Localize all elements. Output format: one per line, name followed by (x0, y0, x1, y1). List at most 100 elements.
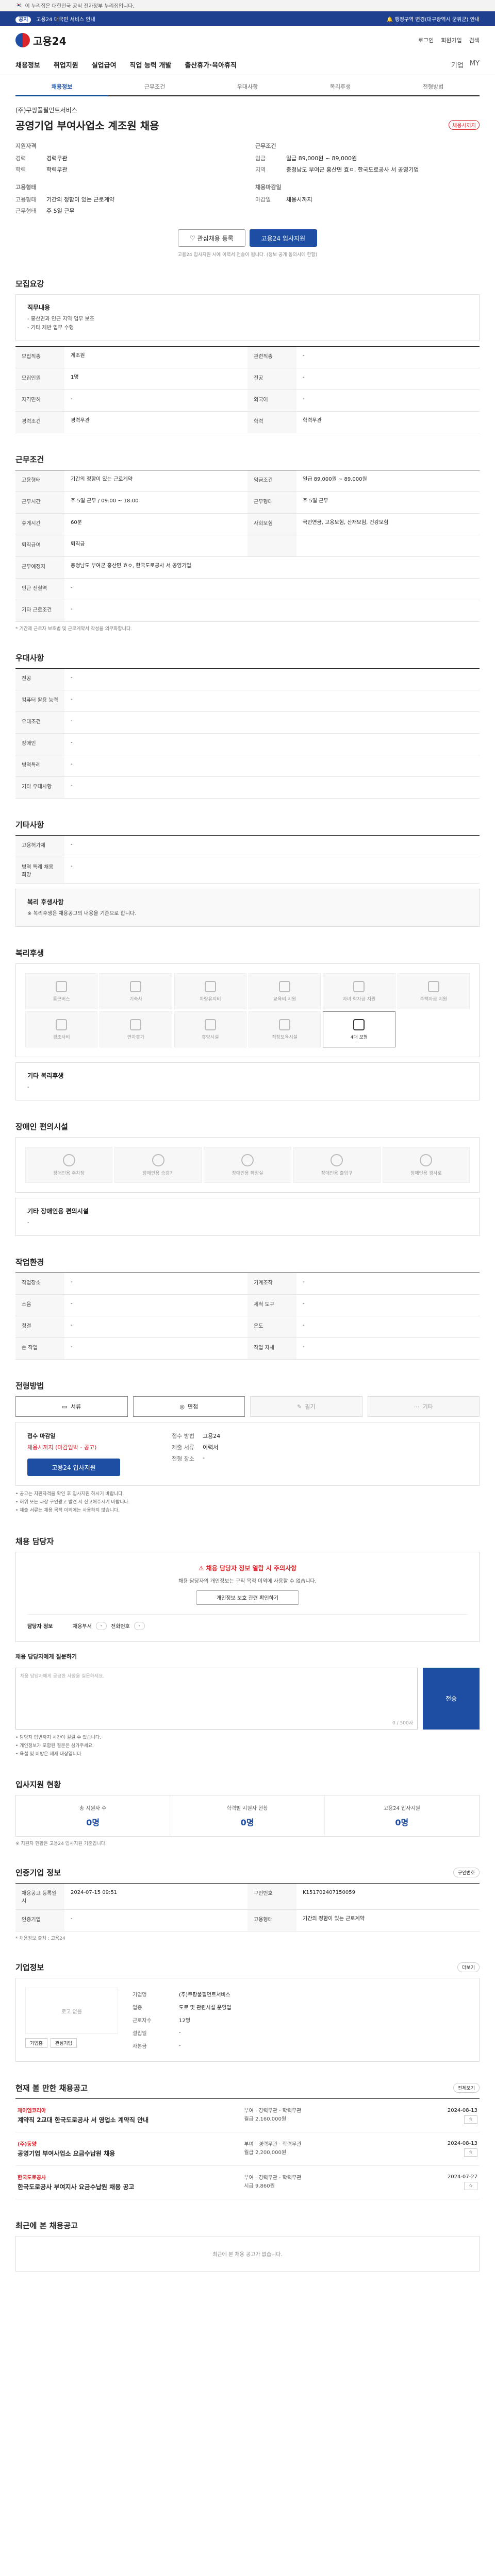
corp-fav-button[interactable]: 관심기업 (50, 2038, 77, 2048)
table-row: 자격면허 - (15, 390, 248, 412)
prefer-table: 전공 - 컴퓨터 활용 능력 - 우대조건 - 장애인 - 병역특례 - 기타 우대사항 - (15, 668, 480, 799)
welfare-label: 통근버스 (53, 996, 70, 1002)
notice-right[interactable]: 🔔 행정구역 변경(대구광역시 군위군) 안내 (387, 15, 480, 23)
heart-icon: ♡ (190, 234, 197, 242)
recommend-more[interactable]: 전체보기 (453, 2083, 480, 2093)
contact-value: - (95, 1621, 107, 1630)
rec-title[interactable]: 공영기업 부여사업소 요금수납원 채용 (18, 2149, 234, 2158)
detail-tabs: 채용정보 근무조건 우대사항 복리후생 전형방법 (15, 78, 480, 96)
table-row: 근무시간 주 5일 근무 / 09:00 ~ 18:00 (15, 492, 248, 514)
contact-value: - (134, 1621, 145, 1630)
notice-text[interactable]: 고용24 대국민 서비스 안내 (36, 17, 95, 23)
apply-button[interactable]: 고용24 입사지원 (249, 229, 317, 247)
gnb-my[interactable]: MY (470, 60, 480, 70)
tab-prefer[interactable]: 우대사항 (201, 78, 294, 95)
method-grid: ▭ 서류 ◎ 면접 ✎ 필기 ⋯ 기타 (15, 1396, 480, 1417)
section-title: 최근에 본 채용공고 (15, 2221, 78, 2230)
rec-wage: 시급 9,860원 (244, 2183, 275, 2189)
table-row: 퇴직급여 퇴직금 (15, 535, 248, 557)
info-note: * 채용정보 출처 : 고용24 (15, 1936, 65, 1942)
site-logo[interactable]: 고용24 (15, 33, 67, 48)
star-icon[interactable]: ☆ (464, 2115, 477, 2124)
welfare-label: 자녀 학자금 지원 (342, 996, 376, 1002)
scrap-button[interactable]: ♡ 관심채용 등록 (178, 229, 245, 247)
search-link[interactable]: 검색 (469, 36, 480, 44)
company-logo: 로고 없음 (25, 1988, 118, 2035)
privacy-check-button[interactable]: 개인정보 보호 관련 확인하기 (196, 1590, 299, 1605)
welfare-item: 교육비 지원 (248, 973, 321, 1009)
stats-section: 입사지원 현황 총 지원자 수 0명 학력별 지원자 현황 0명 고용24 입사지원… (15, 1779, 480, 1846)
table-row: 구인번호 K151702407150059 (248, 1884, 480, 1910)
summary-row: 고용형태 기간의 정함이 있는 근로계약 (15, 196, 114, 203)
recommend-list: 제이엠코리아 계약직 2교대 한국도로공사 서 영업소 계약직 안내 부여 · 경력… (15, 2098, 480, 2199)
tab-recruit[interactable]: 채용정보 (15, 78, 108, 96)
list-item[interactable]: (주)동양 공영기업 부여사업소 요금수납원 채용 부여 · 경력무관 · 학력무관… (15, 2132, 480, 2166)
warning-icon: ⚠ (198, 1564, 206, 1572)
login-link[interactable]: 로그인 (418, 36, 434, 44)
table-row: 장애인 - (15, 734, 480, 755)
star-icon[interactable]: ☆ (464, 2182, 477, 2191)
accessibility-icon (152, 1154, 164, 1166)
rec-deadline: 2024-08-13 (447, 2141, 477, 2147)
stat-item: 학력별 지원자 현황 0명 (170, 1795, 325, 1837)
rec-title[interactable]: 한국도로공사 부여지사 요금수납원 채용 공고 (18, 2183, 234, 2192)
work-note: * 기간제 근로자 보호법 및 근로계약서 작성을 의무화합니다. (15, 626, 133, 632)
apply-title: 접수 마감일 (27, 1433, 56, 1439)
corp-home-button[interactable]: 기업홈 (25, 2038, 47, 2048)
prefer-section: 우대사항 전공 - 컴퓨터 활용 능력 - 우대조건 - 장애인 - 병역특례 - 기타 … (15, 652, 480, 799)
gov-banner: 🇰🇷 이 누리집은 대한민국 공식 전자정부 누리집입니다. (0, 0, 495, 11)
welfare-icon (279, 1019, 291, 1030)
summary-row: 근무형태 주 5일 근무 (15, 208, 75, 214)
list-item[interactable]: 제이엠코리아 계약직 2교대 한국도로공사 서 영업소 계약직 안내 부여 · 경력… (15, 2099, 480, 2132)
other-section: 기타사항 고용허가제 - 병역 특례 채용 희망 - 복리 후생사항 ※ 복리후생은… (15, 819, 480, 927)
box-line: ※ 복리후생은 채용공고의 내용을 기준으로 합니다. (27, 911, 137, 917)
tab-method[interactable]: 전형방법 (387, 78, 480, 95)
apply-date: 채용시까지 (마감임박 - 공고) (27, 1444, 97, 1451)
gnb-item-benefit[interactable]: 실업급여 (92, 60, 117, 70)
corp-table: 기업명 (주)쿠팡풀필먼트서비스 업종 도로 및 관련시설 운영업 근로자수 12명 … (128, 1988, 470, 2052)
disabled-section: 장애인 편의시설 장애인용 주차장 장애인용 승강기 장애인용 화장실 장애인용 출입… (15, 1121, 480, 1236)
info-chip[interactable]: 구인번호 (453, 1868, 480, 1878)
star-icon[interactable]: ☆ (464, 2148, 477, 2157)
table-row: 자본금 - (133, 2043, 181, 2050)
corp-more[interactable]: 더보기 (457, 1962, 480, 1973)
table-row: 경력조건 경력무관 (15, 412, 248, 433)
apply-note: 고용24 입사지원 시에 이력서 전송이 됩니다. (정보 공개 동의시에 한함… (177, 252, 318, 258)
table-row: 기타 우대사항 - (15, 777, 480, 799)
apply-box: 접수 마감일 채용시까지 (마감임박 - 공고) 고용24 입사지원 접수 방법… (15, 1422, 480, 1486)
apply-button-2[interactable]: 고용24 입사지원 (27, 1459, 120, 1476)
table-row: 근무형태 주 5일 근무 (248, 492, 480, 514)
facility-label: 장애인용 출입구 (321, 1171, 353, 1176)
question-textarea[interactable]: 채용 담당자에게 궁금한 사항을 질문하세요. 0 / 500자 (15, 1667, 418, 1730)
cond-heading: 근무조건 (255, 143, 276, 149)
note-line: • 공고는 지원자격을 확인 후 입사지원 하시기 바랍니다. (15, 1492, 124, 1497)
rec-company: 제이엠코리아 (18, 2108, 46, 2114)
table-row: 병역특례 - (15, 755, 480, 777)
table-row: 근무예정지 충청남도 부여군 홍산면 효ㅇ, 한국도로공사 서 공영기업 (15, 557, 480, 579)
list-item[interactable]: 한국도로공사 한국도로공사 부여지사 요금수납원 채용 공고 부여 · 경력무관 ·… (15, 2166, 480, 2199)
facility-label: 장애인용 승강기 (142, 1171, 174, 1176)
rec-title[interactable]: 계약직 2교대 한국도로공사 서 영업소 계약직 안내 (18, 2116, 234, 2125)
send-button[interactable]: 전송 (423, 1667, 480, 1730)
note-line: • 허위 또는 과장 구인광고 발견 시 신고해주시기 바랍니다. (15, 1500, 130, 1505)
company-name[interactable]: (주)쿠팡풀필먼트서비스 (15, 106, 480, 114)
recruit-table: 모집직종 계조원 관련직종 - 모집인원 1명 전공 - 자격면허 - 외국어 - 경력조건… (15, 346, 480, 433)
gnb-item-training[interactable]: 직업 능력 개발 (130, 60, 172, 70)
tab-welfare[interactable]: 복리후생 (294, 78, 387, 95)
signup-link[interactable]: 회원가입 (441, 36, 461, 44)
welfare-item: 휴양시설 (174, 1011, 246, 1047)
gnb-item-leave[interactable]: 출산휴가·육아휴직 (185, 60, 237, 70)
gnb-item-support[interactable]: 취업지원 (54, 60, 78, 70)
table-row: 병역 특례 채용 희망 - (15, 857, 480, 884)
recruit-section: 모집요강 직무내용 - 홍산면과 인근 지역 업무 보조 - 기타 제반 업무 … (15, 278, 480, 433)
flag-icon: 🇰🇷 (15, 3, 22, 8)
gnb-item-jobs[interactable]: 채용정보 (15, 60, 40, 70)
section-title: 인증기업 정보 (15, 1868, 61, 1878)
welfare-note-box: 복리 후생사항 ※ 복리후생은 채용공고의 내용을 기준으로 합니다. (15, 889, 480, 927)
tab-work[interactable]: 근무조건 (108, 78, 201, 95)
table-row: 모집인원 1명 (15, 368, 248, 390)
gnb-corp[interactable]: 기업 (451, 60, 464, 70)
recommend-section: 현재 볼 만한 채용공고 전체보기 제이엠코리아 계약직 2교대 한국도로공사 서 … (15, 2082, 480, 2199)
table-row: 전공 - (248, 368, 480, 390)
section-title: 근무조건 (15, 455, 44, 464)
